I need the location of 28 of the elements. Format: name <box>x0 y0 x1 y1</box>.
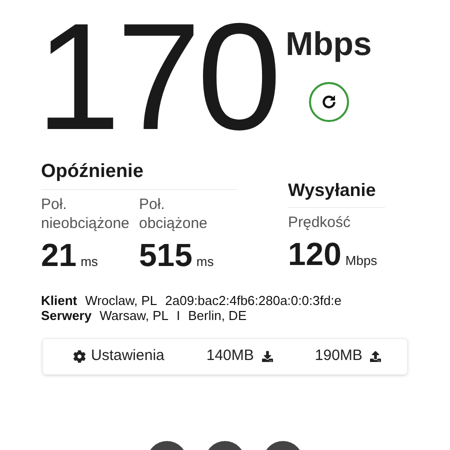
info-text: Wroclaw, PL <box>85 293 158 308</box>
metric-unit: ms <box>196 253 214 271</box>
info-label: Serwery <box>41 308 92 323</box>
download-icon <box>262 351 273 362</box>
settings-icon <box>73 350 86 363</box>
metric-value: 515 <box>139 237 192 273</box>
metric-label: Prędkość <box>288 213 352 232</box>
metric-value: 21 <box>41 237 77 273</box>
speed-value: 170 <box>36 2 278 152</box>
metric-label: Poł. obciążone <box>139 195 208 233</box>
info-text: 2a09:bac2:4fb6:280a:0:0:3fd:e <box>165 293 342 308</box>
data-amount: 140MB <box>206 346 254 366</box>
upload-icon <box>370 351 382 362</box>
metric-value: 120 <box>288 236 342 272</box>
section-title: Opóźnienie <box>41 160 237 190</box>
info-text: Warsaw, PL <box>100 308 168 323</box>
info-text: I <box>176 308 180 323</box>
info-text: Berlin, DE <box>188 308 247 323</box>
refresh-button[interactable] <box>308 82 349 122</box>
data-amount: 190MB <box>314 346 362 366</box>
refresh-icon <box>320 93 338 111</box>
settings-button[interactable]: Ustawienia <box>73 345 164 368</box>
info-label: Klient <box>41 293 78 308</box>
metric-unit: ms <box>80 253 98 271</box>
speed-unit: Mbps <box>286 24 372 64</box>
metric-label: Poł. nieobciążone <box>41 195 130 233</box>
section-title: Wysyłanie <box>288 178 385 208</box>
metric-unit: Mbps <box>345 252 378 270</box>
